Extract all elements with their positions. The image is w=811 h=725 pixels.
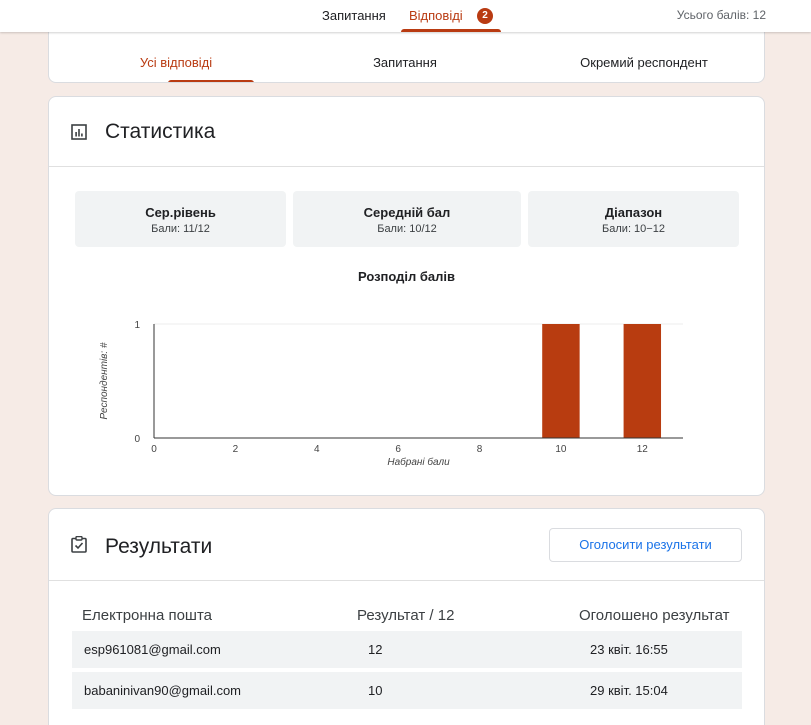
results-header: Результати Оголосити результати: [49, 509, 764, 581]
release-scores-button[interactable]: Оголосити результати: [549, 528, 742, 562]
subtab-questions[interactable]: Запитання: [345, 55, 465, 70]
x-tick-label: 8: [477, 444, 483, 455]
tab-responses[interactable]: Відповіді 2: [401, 0, 501, 32]
tab-questions[interactable]: Запитання: [322, 0, 386, 32]
top-bar: Запитання Відповіді 2 Усього балів: 12: [0, 0, 811, 32]
bar: [542, 324, 580, 438]
subtab-individual[interactable]: Окремий респондент: [559, 55, 729, 70]
tab-responses-label: Відповіді: [409, 8, 463, 23]
x-tick-label: 2: [233, 444, 239, 455]
responses-count-badge: 2: [477, 8, 493, 24]
row-email: esp961081@gmail.com: [84, 642, 221, 657]
y-tick-label: 1: [134, 320, 140, 331]
x-axis-label: Набрані бали: [387, 456, 450, 468]
column-header-email: Електронна пошта: [82, 607, 213, 624]
table-row[interactable]: babaninivan90@gmail.com 10 29 квіт. 15:0…: [72, 672, 742, 709]
x-tick-label: 10: [555, 444, 567, 455]
row-released: 29 квіт. 15:04: [590, 683, 668, 698]
total-points: Усього балів: 12: [676, 8, 766, 22]
table-row[interactable]: esp961081@gmail.com 12 23 квіт. 16:55: [72, 631, 742, 668]
subtab-summary[interactable]: Усі відповіді: [116, 55, 236, 70]
x-tick-label: 0: [151, 444, 157, 455]
y-tick-label: 0: [134, 434, 140, 445]
results-title: Результати: [105, 535, 213, 558]
column-header-released: Оголошено результат: [579, 607, 730, 624]
subtab-indicator: [168, 80, 254, 82]
active-tab-indicator: [401, 29, 501, 32]
row-score: 10: [368, 683, 383, 698]
row-email: babaninivan90@gmail.com: [84, 683, 242, 698]
column-header-score: Результат / 12: [357, 607, 455, 624]
x-tick-label: 6: [395, 444, 401, 455]
y-axis-label: Респондентів: #: [99, 342, 110, 419]
checklist-icon: [71, 535, 87, 558]
row-released: 23 квіт. 16:55: [590, 642, 668, 657]
x-tick-label: 4: [314, 444, 320, 455]
statistics-card: Статистика Сер.рівень Бали: 11/12 Середн…: [48, 96, 765, 496]
results-card: Результати Оголосити результати Електрон…: [48, 508, 765, 725]
row-score: 12: [368, 642, 383, 657]
bar: [623, 324, 662, 438]
score-distribution-chart: 0 2 4 6 8 10 12 0 1 Набрані бали Респондентів: #: [99, 320, 683, 468]
x-tick-label: 12: [637, 444, 649, 455]
